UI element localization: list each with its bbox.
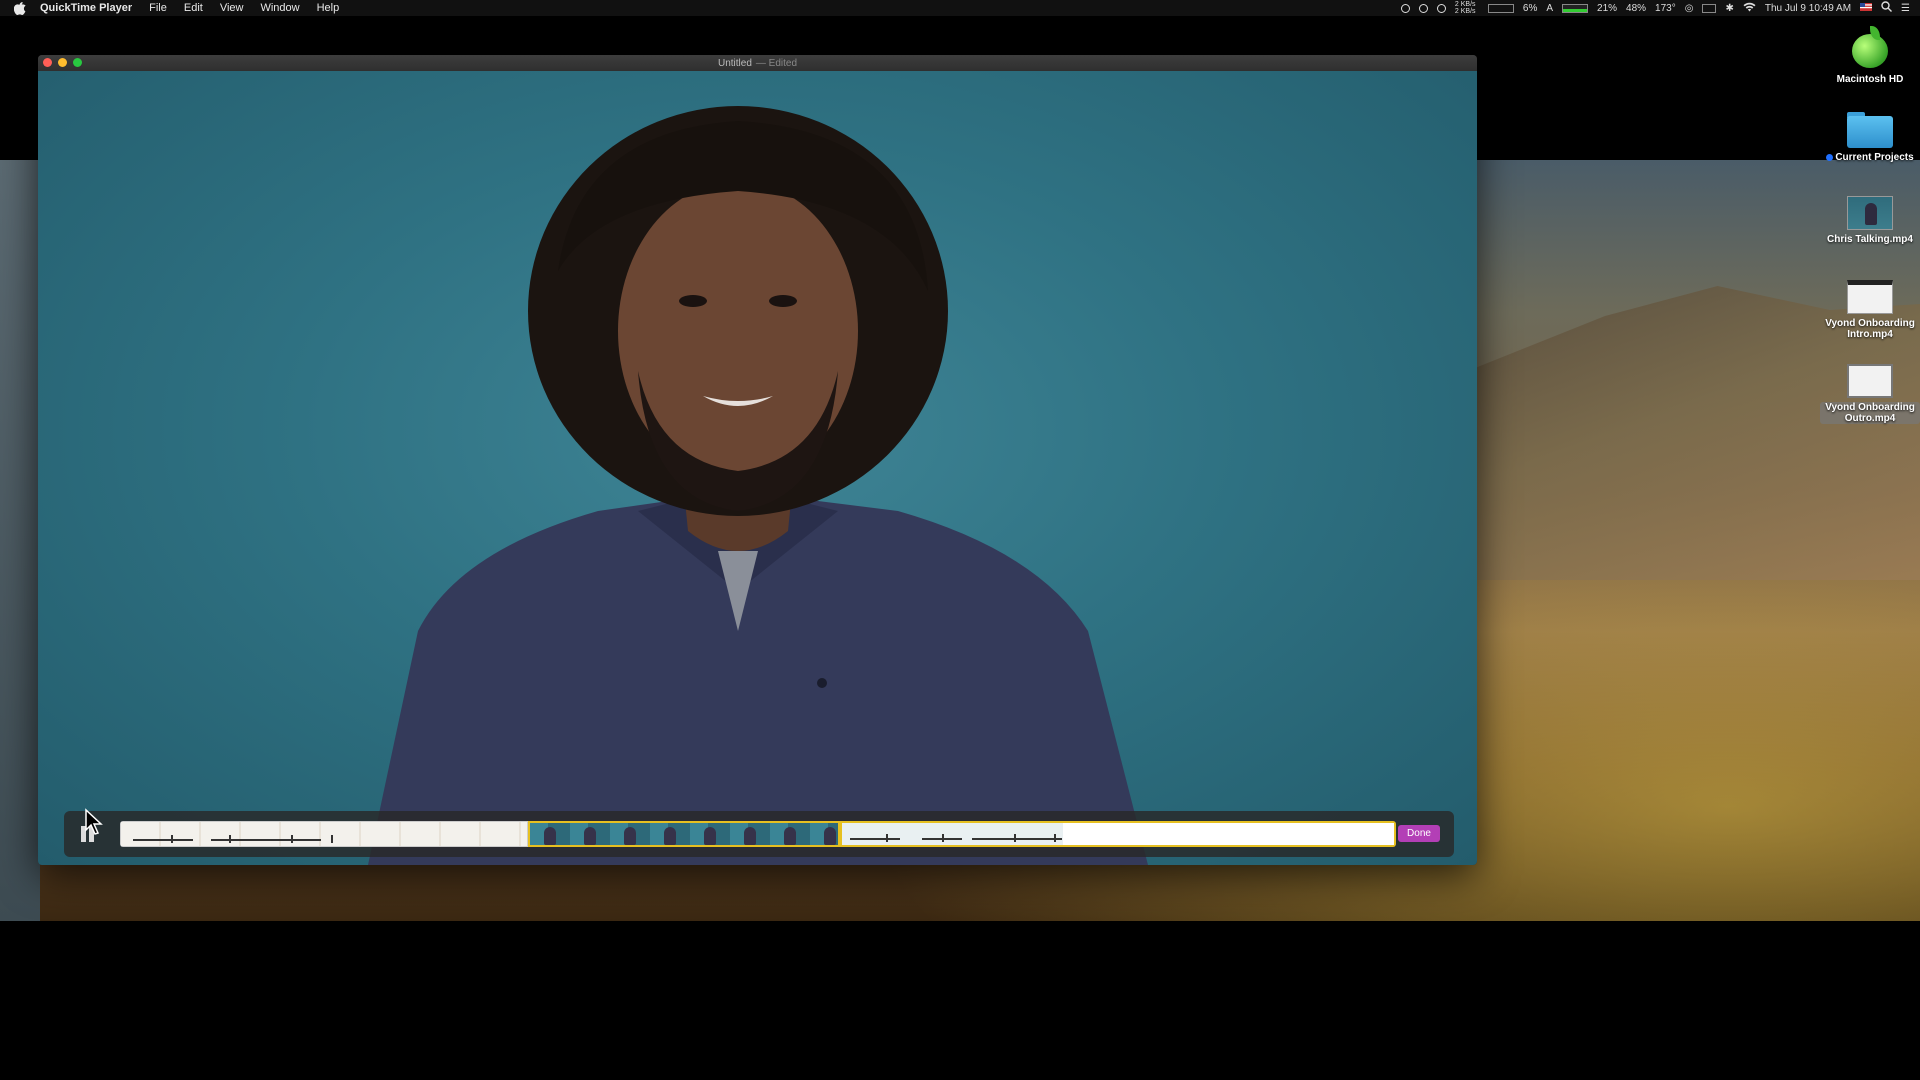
globe-icon[interactable]: ◎ [1685, 3, 1694, 14]
menu-view[interactable]: View [220, 2, 244, 14]
desktop-icon-label: Vyond Onboarding Outro.mp4 [1820, 402, 1920, 424]
datetime[interactable]: Thu Jul 9 10:49 AM [1765, 3, 1851, 14]
desktop-icon-chris-talking[interactable]: Chris Talking.mp4 [1820, 196, 1920, 245]
desktop-icon-macintosh-hd[interactable]: Macintosh HD [1820, 26, 1920, 85]
vpn-status-icon[interactable] [1436, 3, 1446, 13]
done-button[interactable]: Done [1398, 825, 1440, 842]
memory-usage[interactable]: 21% [1597, 3, 1617, 14]
video-file-icon [1847, 280, 1893, 314]
menu-file[interactable]: File [149, 2, 167, 14]
cpu-graph-icon[interactable] [1487, 3, 1514, 13]
window-title-edited: — Edited [755, 57, 798, 69]
mouse-pointer-icon [85, 808, 103, 835]
video-file-icon [1847, 364, 1893, 398]
zoom-window-button[interactable] [73, 58, 82, 67]
desktop-icon-label: Current Projects [1826, 152, 1914, 163]
apple-menu-icon[interactable] [14, 1, 28, 15]
clip-onboarding-intro[interactable] [120, 821, 528, 847]
status-letter[interactable]: A [1546, 3, 1553, 14]
cpu-usage[interactable]: 6% [1523, 3, 1537, 14]
trim-panel: Done [64, 811, 1454, 857]
menu-help[interactable]: Help [317, 2, 340, 14]
notification-center-icon[interactable]: ☰ [1901, 3, 1910, 14]
desktop-icon-label: Macintosh HD [1836, 74, 1904, 85]
desktop-icon-onboarding-intro[interactable]: Vyond Onboarding Intro.mp4 [1820, 280, 1920, 340]
folder-icon [1847, 112, 1893, 148]
quicktime-window: Untitled — Edited Done [38, 55, 1477, 865]
current-projects-label: Current Projects [1835, 152, 1914, 163]
menu-app-name[interactable]: QuickTime Player [40, 2, 132, 14]
spotlight-search-icon[interactable] [1881, 1, 1893, 15]
wallpaper-sea [0, 160, 40, 921]
video-frame[interactable]: Done [38, 71, 1477, 865]
close-window-button[interactable] [43, 58, 52, 67]
net-download: 2 KB/s [1454, 8, 1476, 15]
window-controls [43, 58, 82, 67]
menu-edit[interactable]: Edit [184, 2, 203, 14]
hard-drive-icon [1848, 26, 1892, 70]
status-area: 2 KB/s 2 KB/s 6% A 21% 48% 173° ◎ ✱ Thu … [1400, 0, 1910, 16]
window-titlebar[interactable]: Untitled — Edited [38, 55, 1477, 71]
video-file-icon [1847, 196, 1893, 230]
menu-window[interactable]: Window [260, 2, 299, 14]
clip-onboarding-outro[interactable] [840, 821, 1396, 847]
network-monitor[interactable]: 2 KB/s 2 KB/s [1455, 1, 1479, 15]
net-upload: 2 KB/s [1454, 1, 1476, 8]
presenter-figure [368, 106, 1148, 865]
bluetooth-icon[interactable]: ✱ [1725, 3, 1733, 14]
memory-graph-icon[interactable] [1562, 3, 1589, 13]
blue-tag-icon [1826, 153, 1834, 161]
temperature-readout[interactable]: 173° [1655, 3, 1676, 14]
desktop-icon-label: Chris Talking.mp4 [1827, 234, 1913, 245]
display-icon[interactable] [1702, 3, 1717, 13]
desktop-icon-onboarding-outro[interactable]: Vyond Onboarding Outro.mp4 [1820, 364, 1920, 424]
record-status-icon[interactable] [1400, 3, 1410, 13]
cloud-sync-icon[interactable] [1418, 3, 1428, 13]
trim-filmstrip[interactable] [120, 821, 1396, 847]
clip-chris-talking[interactable] [528, 821, 840, 847]
wifi-icon[interactable] [1743, 2, 1756, 15]
battery-level[interactable]: 48% [1626, 3, 1646, 14]
desktop-icon-label: Vyond Onboarding Intro.mp4 [1825, 318, 1915, 340]
desktop-icon-current-projects[interactable]: Current Projects [1820, 112, 1920, 163]
window-title: Untitled [717, 57, 752, 69]
menu-bar: QuickTime Player File Edit View Window H… [0, 0, 1920, 16]
minimize-window-button[interactable] [58, 58, 67, 67]
flag-icon[interactable] [1860, 2, 1873, 14]
